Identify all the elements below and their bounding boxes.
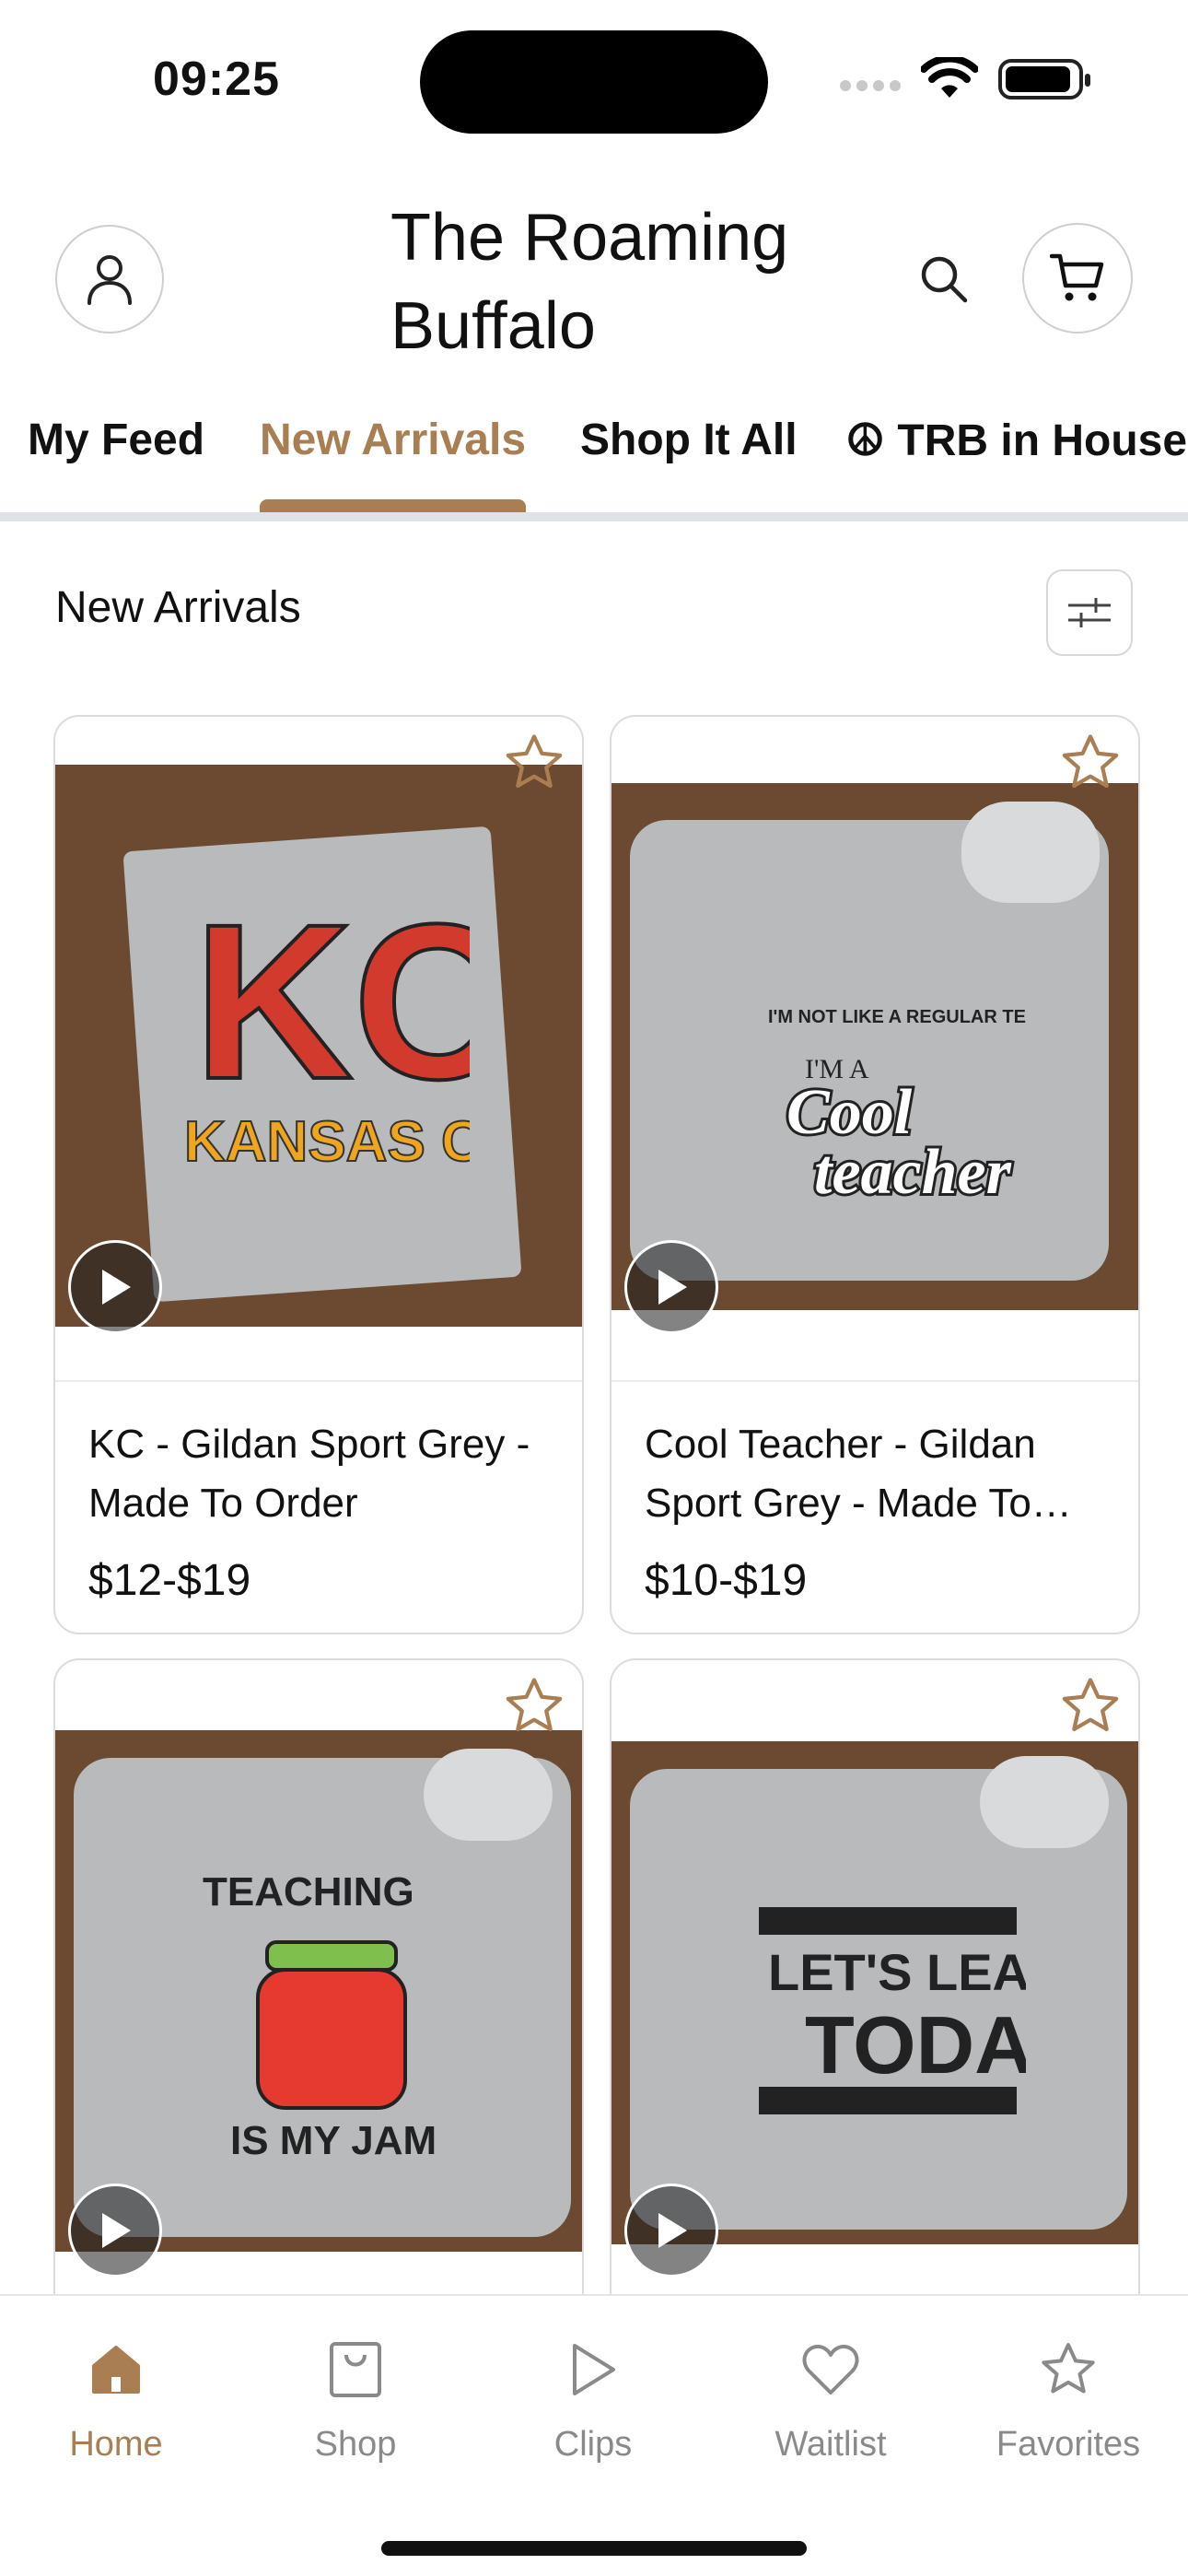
home-indicator[interactable]: [381, 2541, 807, 2556]
battery-icon: [998, 59, 1090, 100]
star-icon: [1062, 734, 1119, 788]
header: The Roaming Buffalo: [0, 175, 1188, 378]
card-divider: [55, 1380, 582, 1382]
user-icon: [87, 255, 132, 305]
play-icon: [658, 1270, 687, 1305]
star-icon: [506, 734, 563, 788]
shirt-graphic: LET'S LEARN TODAY: [759, 1907, 1026, 2114]
shirt-graphic: KC KANSAS CITY: [183, 884, 470, 1175]
play-video-button[interactable]: [624, 1240, 718, 1334]
tab-label: ☮ TRB in House S: [845, 416, 1188, 465]
tab-label: New Arrivals: [260, 416, 527, 464]
tab-label: Shop It All: [580, 416, 798, 464]
cart-button[interactable]: [1022, 223, 1133, 334]
bottom-tab-bar: Home Shop Clips Waitlist Favorites: [0, 2294, 1188, 2576]
filter-button[interactable]: [1046, 569, 1133, 656]
tabbar-waitlist[interactable]: Waitlist: [739, 2333, 923, 2465]
tab-my-feed[interactable]: My Feed: [28, 415, 204, 507]
product-card[interactable]: LET'S LEARN TODAY: [610, 1658, 1140, 2322]
play-video-button[interactable]: [624, 2184, 718, 2277]
product-card[interactable]: I'M NOT LIKE A REGULAR TEACHER I'M A Coo…: [610, 715, 1140, 1634]
favorite-button[interactable]: [1057, 1673, 1124, 1739]
product-image[interactable]: I'M NOT LIKE A REGULAR TEACHER I'M A Coo…: [611, 783, 1138, 1310]
star-icon: [1062, 1678, 1119, 1731]
play-icon: [102, 1270, 131, 1305]
status-time: 09:25: [153, 53, 280, 106]
favorite-button[interactable]: [1057, 730, 1124, 796]
home-icon: [92, 2346, 140, 2394]
shopping-bag-icon: [330, 2342, 381, 2397]
tabbar-shop[interactable]: Shop: [263, 2333, 448, 2465]
svg-text:KC: KC: [193, 884, 470, 1125]
tabbar-label: Home: [69, 2425, 163, 2464]
tabbar-favorites[interactable]: Favorites: [976, 2333, 1160, 2465]
tabbar-label: Shop: [314, 2425, 397, 2464]
store-title: The Roaming Buffalo: [390, 201, 789, 363]
shirt-graphic: TEACHING IS MY JAM: [203, 1869, 437, 2163]
product-name[interactable]: KC - Gildan Sport Grey - Made To Order: [88, 1415, 549, 1533]
sliders-icon: [1068, 598, 1111, 627]
search-icon: [921, 256, 968, 303]
svg-text:I'M NOT LIKE A REGULAR TEACHER: I'M NOT LIKE A REGULAR TEACHER: [768, 1007, 1026, 1027]
svg-text:TEACHING: TEACHING: [203, 1869, 414, 1914]
svg-text:IS MY JAM: IS MY JAM: [230, 2118, 437, 2163]
play-video-button[interactable]: [68, 2184, 162, 2277]
svg-text:LET'S LEARN: LET'S LEARN: [768, 1943, 1026, 2001]
tabbar-label: Waitlist: [775, 2425, 887, 2464]
card-divider: [611, 1380, 1138, 1382]
tab-trb-in-house[interactable]: ☮ TRB in House S: [845, 415, 1188, 507]
star-icon: [506, 1678, 563, 1731]
tabs-divider: [0, 512, 1188, 521]
tabbar-label: Clips: [553, 2425, 633, 2464]
cart-icon: [1050, 253, 1104, 301]
wifi-icon: [921, 57, 978, 98]
product-image[interactable]: LET'S LEARN TODAY: [611, 1741, 1138, 2244]
category-tabs: My Feed New Arrivals Shop It All ☮ TRB i…: [0, 405, 1188, 521]
shirt-graphic: I'M NOT LIKE A REGULAR TEACHER I'M A Coo…: [768, 1007, 1026, 1207]
favorite-button[interactable]: [501, 730, 567, 796]
search-button[interactable]: [914, 249, 974, 310]
play-icon: [573, 2344, 615, 2395]
product-card[interactable]: TEACHING IS MY JAM: [53, 1658, 584, 2322]
product-image[interactable]: KC KANSAS CITY: [55, 765, 582, 1327]
status-bar: 09:25: [0, 0, 1188, 166]
tabbar-clips[interactable]: Clips: [501, 2333, 685, 2465]
svg-text:KANSAS CITY: KANSAS CITY: [184, 1110, 470, 1174]
product-image[interactable]: TEACHING IS MY JAM: [55, 1730, 582, 2252]
tabbar-home[interactable]: Home: [24, 2333, 208, 2465]
play-icon: [658, 2213, 687, 2248]
play-icon: [102, 2213, 131, 2248]
tabbar-label: Favorites: [996, 2425, 1141, 2464]
svg-text:TODAY: TODAY: [805, 1999, 1026, 2090]
favorite-button[interactable]: [501, 1673, 567, 1739]
star-icon: [1042, 2343, 1095, 2394]
section-title: New Arrivals: [55, 583, 301, 632]
cellular-signal-icon: [840, 79, 906, 96]
product-name[interactable]: Cool Teacher - Gildan Sport Grey - Made …: [645, 1415, 1105, 1533]
product-price: $10-$19: [645, 1556, 808, 1605]
product-card[interactable]: KC KANSAS CITY KC - Gildan Sport Grey - …: [53, 715, 584, 1634]
tab-new-arrivals[interactable]: New Arrivals: [260, 415, 527, 514]
svg-text:teacher: teacher: [814, 1137, 1012, 1207]
heart-icon: [802, 2345, 859, 2395]
product-price: $12-$19: [88, 1556, 251, 1605]
tab-shop-it-all[interactable]: Shop It All: [580, 415, 798, 507]
play-video-button[interactable]: [68, 1240, 162, 1334]
tab-label: My Feed: [28, 416, 205, 464]
profile-button[interactable]: [55, 225, 164, 334]
dynamic-island: [420, 30, 768, 134]
